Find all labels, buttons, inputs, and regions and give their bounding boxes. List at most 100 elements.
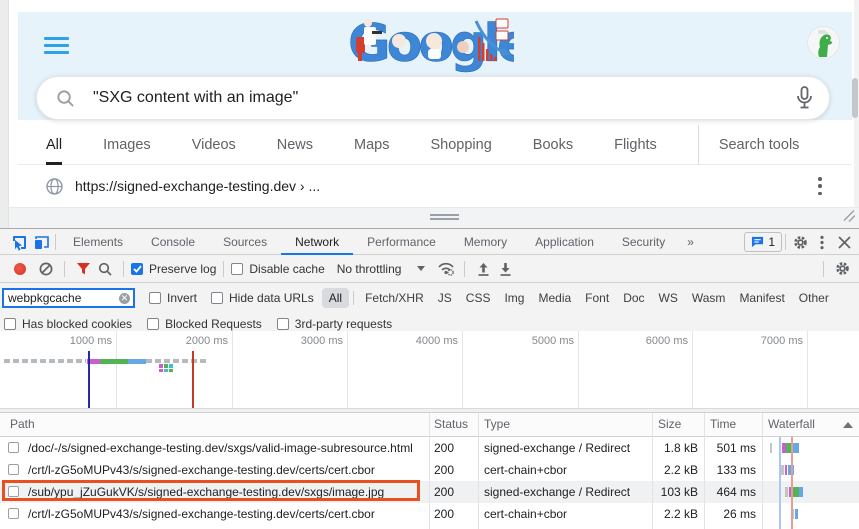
col-header-path[interactable]: Path: [10, 413, 35, 436]
settings-gear-icon[interactable]: [789, 231, 811, 253]
waterfall-bar: [785, 487, 788, 497]
google-tab-flights[interactable]: Flights: [614, 125, 657, 165]
col-header-waterfall[interactable]: Waterfall: [768, 413, 815, 436]
google-tab-maps[interactable]: Maps: [354, 125, 389, 165]
google-doodle-logo[interactable]: Google Google: [350, 11, 514, 73]
search-icon: [56, 89, 75, 108]
row-checkbox[interactable]: [8, 464, 19, 475]
cell-waterfall: [762, 459, 859, 481]
cell-time: 133 ms: [704, 459, 756, 481]
page-scrollbar-thumb[interactable]: [852, 78, 858, 118]
cell-size: 2.2 kB: [652, 459, 698, 481]
overview-request-bar: [169, 369, 173, 372]
invert-checkbox[interactable]: Invert: [149, 291, 197, 305]
type-chip-ws[interactable]: WS: [652, 288, 685, 308]
has-blocked-cookies-checkbox[interactable]: Has blocked cookies: [4, 317, 132, 331]
cell-path: /sub/ypu_jZuGukVK/s/signed-exchange-test…: [28, 481, 426, 503]
row-checkbox[interactable]: [8, 486, 19, 497]
overview-request-bar: [164, 364, 168, 368]
close-devtools-icon[interactable]: [833, 231, 855, 253]
devtools-panel: ElementsConsoleSourcesNetworkPerformance…: [0, 228, 859, 529]
search-bar[interactable]: "SXG content with an image": [36, 76, 830, 120]
cell-type: signed-exchange / Redirect: [484, 437, 648, 459]
drag-handle-icon[interactable]: [430, 214, 459, 222]
inspect-element-icon[interactable]: [8, 231, 30, 253]
google-tab-shopping[interactable]: Shopping: [431, 125, 492, 165]
cell-time: 464 ms: [704, 481, 756, 503]
message-count: 1: [768, 235, 775, 249]
cell-type: cert-chain+cbor: [484, 459, 648, 481]
type-chip-all[interactable]: All: [322, 288, 349, 308]
cell-waterfall: [762, 481, 859, 503]
profile-avatar[interactable]: [808, 27, 839, 58]
devtools-tab-memory[interactable]: Memory: [450, 230, 521, 255]
throttling-dropdown[interactable]: No throttling: [337, 262, 426, 276]
devtools-tab-network[interactable]: Network: [281, 230, 353, 255]
throttling-value: No throttling: [337, 262, 402, 276]
network-overview-timeline[interactable]: 1000 ms2000 ms3000 ms4000 ms5000 ms6000 …: [0, 331, 859, 408]
menu-icon[interactable]: [44, 37, 69, 54]
export-har-icon[interactable]: [494, 258, 516, 280]
devtools-tab-security[interactable]: Security: [608, 230, 679, 255]
type-chip-other[interactable]: Other: [792, 288, 836, 308]
import-har-icon[interactable]: [472, 258, 494, 280]
google-tab-news[interactable]: News: [277, 125, 313, 165]
search-network-icon[interactable]: [94, 258, 116, 280]
type-chip-img[interactable]: Img: [497, 288, 531, 308]
network-conditions-icon[interactable]: [435, 258, 457, 280]
col-header-type[interactable]: Type: [484, 413, 510, 436]
type-chip-media[interactable]: Media: [531, 288, 578, 308]
console-messages-badge[interactable]: 1: [744, 232, 782, 252]
type-chip-doc[interactable]: Doc: [616, 288, 651, 308]
hide-data-urls-checkbox[interactable]: Hide data URLs: [211, 291, 314, 305]
type-chip-css[interactable]: CSS: [459, 288, 498, 308]
devtools-tab-application[interactable]: Application: [521, 230, 608, 255]
overview-request-bar: [100, 359, 128, 364]
clear-filter-icon[interactable]: ✕: [119, 293, 130, 304]
row-checkbox[interactable]: [8, 442, 19, 453]
cell-status: 200: [434, 459, 474, 481]
result-options-icon[interactable]: [818, 177, 822, 195]
devtools-tab-elements[interactable]: Elements: [59, 230, 137, 255]
more-tabs-button[interactable]: »: [679, 230, 702, 255]
-rd-party-requests-checkbox[interactable]: 3rd-party requests: [277, 317, 392, 331]
cell-waterfall: [762, 437, 859, 459]
type-chip-fetchxhr[interactable]: Fetch/XHR: [358, 288, 431, 308]
search-result-row[interactable]: https://signed-exchange-testing.dev › ..…: [18, 165, 852, 207]
mic-icon[interactable]: [796, 86, 813, 110]
preserve-log-checkbox[interactable]: Preserve log: [131, 262, 216, 276]
devtools-tab-console[interactable]: Console: [137, 230, 209, 255]
globe-icon: [46, 178, 63, 195]
devtools-tab-performance[interactable]: Performance: [353, 230, 450, 255]
clear-network-log-icon[interactable]: [35, 258, 57, 280]
device-toolbar-icon[interactable]: [30, 231, 52, 253]
type-chip-manifest[interactable]: Manifest: [732, 288, 791, 308]
disable-cache-checkbox[interactable]: Disable cache: [231, 262, 324, 276]
col-header-status[interactable]: Status: [434, 413, 468, 436]
search-category-tabs: All Images Videos News Maps Shopping Books Flig…: [18, 125, 852, 165]
type-chip-wasm[interactable]: Wasm: [685, 288, 733, 308]
google-tab-videos[interactable]: Videos: [192, 125, 236, 165]
blocked-requests-checkbox[interactable]: Blocked Requests: [147, 317, 262, 331]
google-tab-books[interactable]: Books: [533, 125, 573, 165]
sort-ascending-icon[interactable]: [843, 422, 853, 428]
devtools-tab-sources[interactable]: Sources: [209, 230, 281, 255]
search-query-text[interactable]: "SXG content with an image": [93, 89, 796, 107]
col-header-time[interactable]: Time: [710, 413, 736, 436]
row-checkbox[interactable]: [8, 508, 19, 519]
type-chip-font[interactable]: Font: [578, 288, 616, 308]
network-settings-gear-icon[interactable]: [831, 258, 853, 280]
devtools-menu-icon[interactable]: [811, 231, 833, 253]
resize-corner-icon[interactable]: [842, 202, 855, 228]
google-tab-all[interactable]: All: [46, 125, 62, 165]
type-chip-js[interactable]: JS: [431, 288, 459, 308]
cell-size: 103 kB: [652, 481, 698, 503]
col-header-size[interactable]: Size: [658, 413, 681, 436]
search-tools-button[interactable]: Search tools: [719, 125, 800, 165]
result-url[interactable]: https://signed-exchange-testing.dev › ..…: [75, 178, 320, 194]
filter-input[interactable]: webpkgcache ✕: [2, 288, 135, 308]
filter-funnel-icon[interactable]: [72, 258, 94, 280]
record-network-log-button[interactable]: [14, 263, 26, 275]
google-tab-images[interactable]: Images: [103, 125, 151, 165]
cell-path: /crt/l-zG5oMUPv43/s/signed-exchange-test…: [28, 459, 426, 481]
